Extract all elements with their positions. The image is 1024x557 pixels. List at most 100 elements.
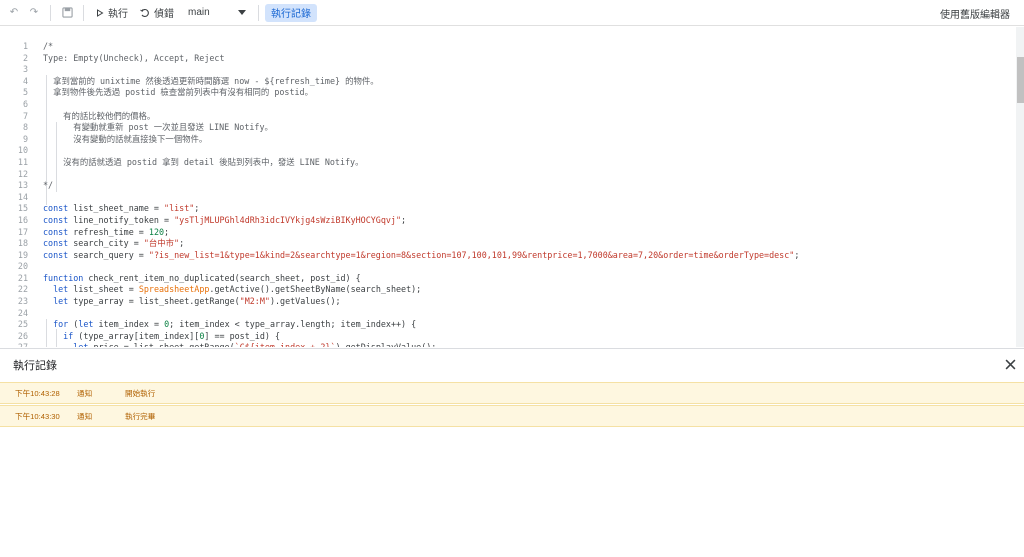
code-line: 14: [0, 192, 1016, 204]
code-text: const search_query = "?is_new_list=1&typ…: [43, 249, 800, 260]
line-number: 25: [17, 319, 28, 330]
log-message: 開始執行: [125, 388, 156, 398]
code-line: 4 拿到當前的 unixtime 然後透過更新時間篩選 now - ${refr…: [0, 76, 1016, 88]
run-label: 執行: [108, 9, 128, 20]
code-line: 24: [0, 308, 1016, 320]
line-number: 1: [22, 41, 28, 51]
debug-icon: [140, 8, 149, 17]
line-number: 21: [17, 272, 28, 283]
code-line: 17 const refresh_time = 120;: [0, 227, 1016, 239]
code-text: 沒有的話就透過 postid 拿到 detail 後貼到列表中，發送 LINE …: [43, 156, 364, 167]
code-text: 有的話比較他們的價格。: [43, 110, 156, 121]
code-text: const search_city = "台中市";: [43, 238, 185, 249]
code-text: if (type_array[item_index][0] == post_id…: [63, 330, 281, 341]
toolbar-divider: [83, 4, 84, 21]
line-number: 23: [17, 296, 28, 307]
line-number: 7: [22, 110, 28, 121]
log-level: 通知: [77, 388, 93, 398]
execution-log-title: 執行記錄: [13, 360, 57, 372]
function-select[interactable]: main: [184, 7, 250, 18]
log-row: 下午10:43:30 通知 執行完畢: [0, 405, 1024, 427]
code-line: 19 const search_query = "?is_new_list=1&t…: [0, 250, 1016, 262]
line-number: 6: [22, 98, 28, 109]
execution-log-button[interactable]: 執行記錄: [265, 3, 317, 22]
debug-button[interactable]: 偵錯: [134, 3, 180, 23]
code-line: 3: [0, 64, 1016, 76]
code-text: for (let item_index = 0; item_index < ty…: [53, 319, 417, 330]
code-line: 18 const search_city = "台中市";: [0, 238, 1016, 250]
log-time: 下午10:43:28: [15, 388, 60, 398]
code-text: const refresh_time = 120;: [43, 226, 170, 237]
save-icon[interactable]: [57, 3, 77, 23]
code-line: 21 function check_rent_item_no_duplicated…: [0, 273, 1016, 285]
code-text: /*: [43, 41, 54, 51]
toolbar-divider: [50, 4, 51, 21]
line-number: 4: [22, 75, 28, 86]
line-number: 8: [22, 122, 28, 133]
line-number: 18: [17, 238, 28, 249]
log-row: 下午10:43:28 通知 開始執行: [0, 382, 1024, 404]
code-line: 7 有的話比較他們的價格。: [0, 111, 1016, 123]
function-select-value: main: [188, 7, 210, 18]
code-line: 20: [0, 261, 1016, 273]
line-number: 26: [17, 330, 28, 341]
execution-log-panel: 執行記錄 下午10:43:28 通知 開始執行 下午10:43:30 通知 執行完畢: [0, 348, 1024, 557]
code-text: const list_sheet_name = "list";: [43, 203, 200, 214]
code-text: let type_array = list_sheet.getRange("M2…: [53, 296, 341, 307]
line-number: 15: [17, 203, 28, 214]
debug-label: 偵錯: [154, 9, 174, 20]
line-number: 2: [22, 52, 28, 63]
log-level: 通知: [77, 411, 93, 421]
code-line: 9 沒有變動的話就直接換下一個物件。: [0, 134, 1016, 146]
code-line: 22 let list_sheet = SpreadsheetApp.getAc…: [0, 284, 1016, 296]
code-line: 12: [0, 169, 1016, 181]
code-text: */: [43, 180, 54, 191]
code-line: 16 const line_notify_token = "ysTljMLUPGh…: [0, 215, 1016, 227]
toolbar-divider: [258, 4, 259, 21]
line-number: 9: [22, 133, 28, 144]
code-text: 拿到物件後先透過 postid 檢查當前列表中有沒有相同的 postid。: [43, 87, 313, 98]
code-text: 拿到當前的 unixtime 然後透過更新時間篩選 now - ${refres…: [43, 75, 379, 86]
code-line: 5 拿到物件後先透過 postid 檢查當前列表中有沒有相同的 postid。: [0, 87, 1016, 99]
code-line: 15 const list_sheet_name = "list";: [0, 203, 1016, 215]
line-number: 16: [17, 214, 28, 225]
toolbar: ↶ ↷ 執行 偵錯 main 執行記錄 使用舊版編輯器: [0, 0, 1024, 26]
code-line: 26 if (type_array[item_index][0] == post…: [0, 331, 1016, 343]
code-line: 23 let type_array = list_sheet.getRange(…: [0, 296, 1016, 308]
code-text: 有變動就重新 post 一次並且發送 LINE Notify。: [43, 122, 273, 133]
log-message: 執行完畢: [125, 411, 156, 421]
code-line: 13 */: [0, 180, 1016, 192]
line-number: 14: [17, 191, 28, 202]
line-number: 22: [17, 284, 28, 295]
code-line: 2 Type: Empty(Uncheck), Accept, Reject: [0, 53, 1016, 65]
code-text: const line_notify_token = "ysTljMLUPGhl4…: [43, 214, 407, 225]
undo-icon[interactable]: ↶: [4, 3, 24, 23]
line-number: 20: [17, 261, 28, 272]
editor-scrollbar[interactable]: [1016, 27, 1024, 347]
code-text: 沒有變動的話就直接換下一個物件。: [43, 133, 208, 144]
legacy-editor-link[interactable]: 使用舊版編輯器: [940, 0, 1010, 26]
line-number: 24: [17, 307, 28, 318]
code-line: 11 沒有的話就透過 postid 拿到 detail 後貼到列表中，發送 LI…: [0, 157, 1016, 169]
scrollbar-thumb[interactable]: [1017, 57, 1024, 103]
play-icon: [97, 8, 104, 17]
code-line: 6: [0, 99, 1016, 111]
run-button[interactable]: 執行: [90, 3, 134, 23]
code-editor[interactable]: 1 /* 2 Type: Empty(Uncheck), Accept, Reject…: [0, 27, 1024, 347]
code-line: 27 let price = list_sheet.getRange(`C${i…: [0, 342, 1016, 347]
code-line: 10: [0, 145, 1016, 157]
code-text: function check_rent_item_no_duplicated(s…: [43, 272, 361, 283]
code-line: 8 有變動就重新 post 一次並且發送 LINE Notify。: [0, 122, 1016, 134]
code-line: 25 for (let item_index = 0; item_index <…: [0, 319, 1016, 331]
close-icon[interactable]: [1005, 357, 1016, 373]
line-number: 5: [22, 87, 28, 98]
line-number: 13: [17, 180, 28, 191]
line-number: 11: [17, 156, 28, 167]
code-text: let price = list_sheet.getRange(`C${item…: [43, 342, 436, 347]
code-content: 1 /* 2 Type: Empty(Uncheck), Accept, Reject…: [0, 41, 1016, 347]
line-number: 12: [17, 168, 28, 179]
line-number: 10: [17, 145, 28, 156]
dropdown-arrow-icon: [238, 10, 246, 15]
line-number: 19: [17, 249, 28, 260]
redo-icon[interactable]: ↷: [24, 3, 44, 23]
